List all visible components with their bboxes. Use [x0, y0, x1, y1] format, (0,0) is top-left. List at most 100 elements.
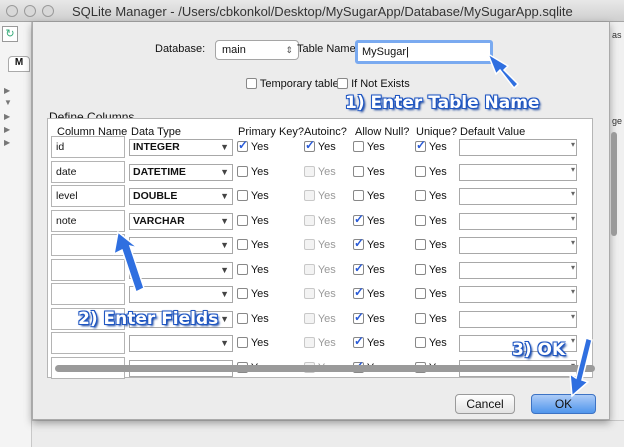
default-value-input[interactable]: ▾: [459, 310, 577, 328]
disclosure-triangle-icon[interactable]: ▼: [4, 98, 12, 107]
if-not-exists-label: If Not Exists: [351, 78, 410, 90]
table-row: date DATETIME ▼ Yes Yes Yes Yes ▾: [51, 160, 591, 185]
ai-checkbox[interactable]: Yes: [304, 312, 336, 325]
ai-checkbox[interactable]: Yes: [304, 239, 336, 251]
table-name-input[interactable]: MySugar|: [355, 40, 493, 64]
zoom-window-button[interactable]: [42, 5, 54, 17]
checkbox-label: Yes: [317, 263, 336, 276]
null-checkbox[interactable]: Yes: [353, 261, 385, 276]
disclosure-triangle-icon[interactable]: ▶: [4, 112, 10, 121]
database-select[interactable]: main ⇕: [215, 40, 299, 60]
background-text: ge: [612, 116, 623, 126]
unique-checkbox[interactable]: Yes: [415, 312, 447, 325]
ai-checkbox[interactable]: Yes: [304, 165, 336, 178]
null-checkbox[interactable]: Yes: [353, 212, 385, 227]
checkbox-box: [304, 138, 315, 152]
checkbox-label: Yes: [250, 141, 269, 153]
pk-checkbox[interactable]: Yes: [237, 263, 269, 276]
pk-checkbox[interactable]: Yes: [237, 190, 269, 202]
pk-checkbox[interactable]: Yes: [237, 239, 269, 251]
default-value-input[interactable]: ▾: [459, 163, 577, 181]
disclosure-triangle-icon[interactable]: ▶: [4, 86, 10, 95]
data-type-select[interactable]: INTEGER ▼: [129, 139, 233, 156]
dropdown-arrow-icon: ▾: [570, 238, 575, 247]
checkbox-box: [353, 190, 364, 201]
checkbox-box: [415, 165, 426, 177]
checkbox-label: Yes: [366, 288, 385, 300]
disclosure-triangle-icon[interactable]: ▶: [4, 125, 10, 134]
null-checkbox[interactable]: Yes: [353, 334, 385, 349]
if-not-exists-checkbox[interactable]: If Not Exists: [337, 78, 410, 90]
checkbox-box: [237, 214, 248, 226]
ai-checkbox[interactable]: Yes: [304, 337, 336, 349]
dropdown-arrow-icon: ▼: [220, 264, 229, 275]
default-value-input[interactable]: ▾: [459, 261, 577, 279]
checkbox-label: Yes: [317, 165, 336, 178]
column-name-input[interactable]: [51, 332, 125, 354]
temporary-table-checkbox[interactable]: Temporary table: [246, 78, 339, 90]
close-window-button[interactable]: [6, 5, 18, 17]
pk-checkbox[interactable]: Yes: [237, 138, 269, 153]
unique-checkbox[interactable]: Yes: [415, 165, 447, 178]
null-checkbox[interactable]: Yes: [353, 285, 385, 300]
unique-checkbox[interactable]: Yes: [415, 138, 447, 153]
checkbox-label: Yes: [250, 288, 269, 300]
unique-checkbox[interactable]: Yes: [415, 214, 447, 227]
default-value-input[interactable]: ▾: [459, 212, 577, 230]
default-value-input[interactable]: ▾: [459, 286, 577, 303]
dropdown-arrow-icon: ▼: [220, 142, 229, 152]
checkbox-box: [237, 190, 248, 201]
ai-checkbox[interactable]: Yes: [304, 214, 336, 227]
pk-checkbox[interactable]: Yes: [237, 288, 269, 300]
column-name-input[interactable]: level: [51, 185, 125, 207]
default-value-input[interactable]: ▾: [459, 188, 577, 205]
dropdown-arrow-icon: ▾: [570, 262, 575, 272]
default-value-input[interactable]: ▾: [459, 139, 577, 156]
unique-checkbox[interactable]: Yes: [415, 263, 447, 276]
horizontal-scrollbar[interactable]: [55, 365, 595, 372]
unique-checkbox[interactable]: Yes: [415, 288, 447, 300]
cancel-button[interactable]: Cancel: [455, 394, 515, 414]
ai-checkbox[interactable]: Yes: [304, 138, 336, 153]
checkbox-label: Yes: [250, 263, 269, 276]
data-type-select[interactable]: DOUBLE ▼: [129, 188, 233, 205]
pk-checkbox[interactable]: Yes: [237, 312, 269, 325]
pk-checkbox[interactable]: Yes: [237, 337, 269, 349]
window-title: SQLite Manager - /Users/cbkonkol/Desktop…: [72, 4, 573, 19]
minimize-window-button[interactable]: [24, 5, 36, 17]
unique-checkbox[interactable]: Yes: [415, 239, 447, 251]
checkbox-box: [353, 334, 364, 348]
null-checkbox[interactable]: Yes: [353, 310, 385, 325]
dropdown-arrow-icon: ▼: [220, 313, 229, 324]
ai-checkbox[interactable]: Yes: [304, 288, 336, 300]
background-tab[interactable]: M: [8, 56, 30, 72]
refresh-icon[interactable]: ↻: [2, 26, 18, 42]
pk-checkbox[interactable]: Yes: [237, 165, 269, 178]
null-checkbox[interactable]: Yes: [353, 190, 385, 202]
disclosure-triangle-icon[interactable]: ▶: [4, 138, 10, 147]
ai-checkbox[interactable]: Yes: [304, 263, 336, 276]
default-value-input[interactable]: ▾: [459, 237, 577, 254]
ai-checkbox[interactable]: Yes: [304, 190, 336, 202]
checkbox-box: [237, 337, 248, 348]
column-name-input[interactable]: date: [51, 160, 125, 183]
checkbox-box: [415, 190, 426, 201]
pk-checkbox[interactable]: Yes: [237, 214, 269, 227]
unique-checkbox[interactable]: Yes: [415, 190, 447, 202]
null-checkbox[interactable]: Yes: [353, 165, 385, 178]
checkbox-label: Yes: [366, 312, 385, 325]
checkbox-label: Yes: [428, 141, 447, 153]
background-text: as: [612, 30, 622, 40]
data-type-select[interactable]: VARCHAR ▼: [129, 212, 233, 230]
dropdown-arrow-icon: ▼: [220, 191, 229, 201]
checkbox-label: Yes: [250, 239, 269, 251]
null-checkbox[interactable]: Yes: [353, 141, 385, 153]
vertical-scrollbar[interactable]: [611, 132, 617, 236]
dropdown-arrow-icon: ▼: [220, 289, 229, 299]
unique-checkbox[interactable]: Yes: [415, 337, 447, 349]
data-type-select[interactable]: DATETIME ▼: [129, 163, 233, 181]
checkbox-box: [304, 312, 315, 324]
data-type-select[interactable]: ▼: [129, 335, 233, 352]
column-name-input[interactable]: id: [51, 136, 125, 158]
null-checkbox[interactable]: Yes: [353, 236, 385, 251]
